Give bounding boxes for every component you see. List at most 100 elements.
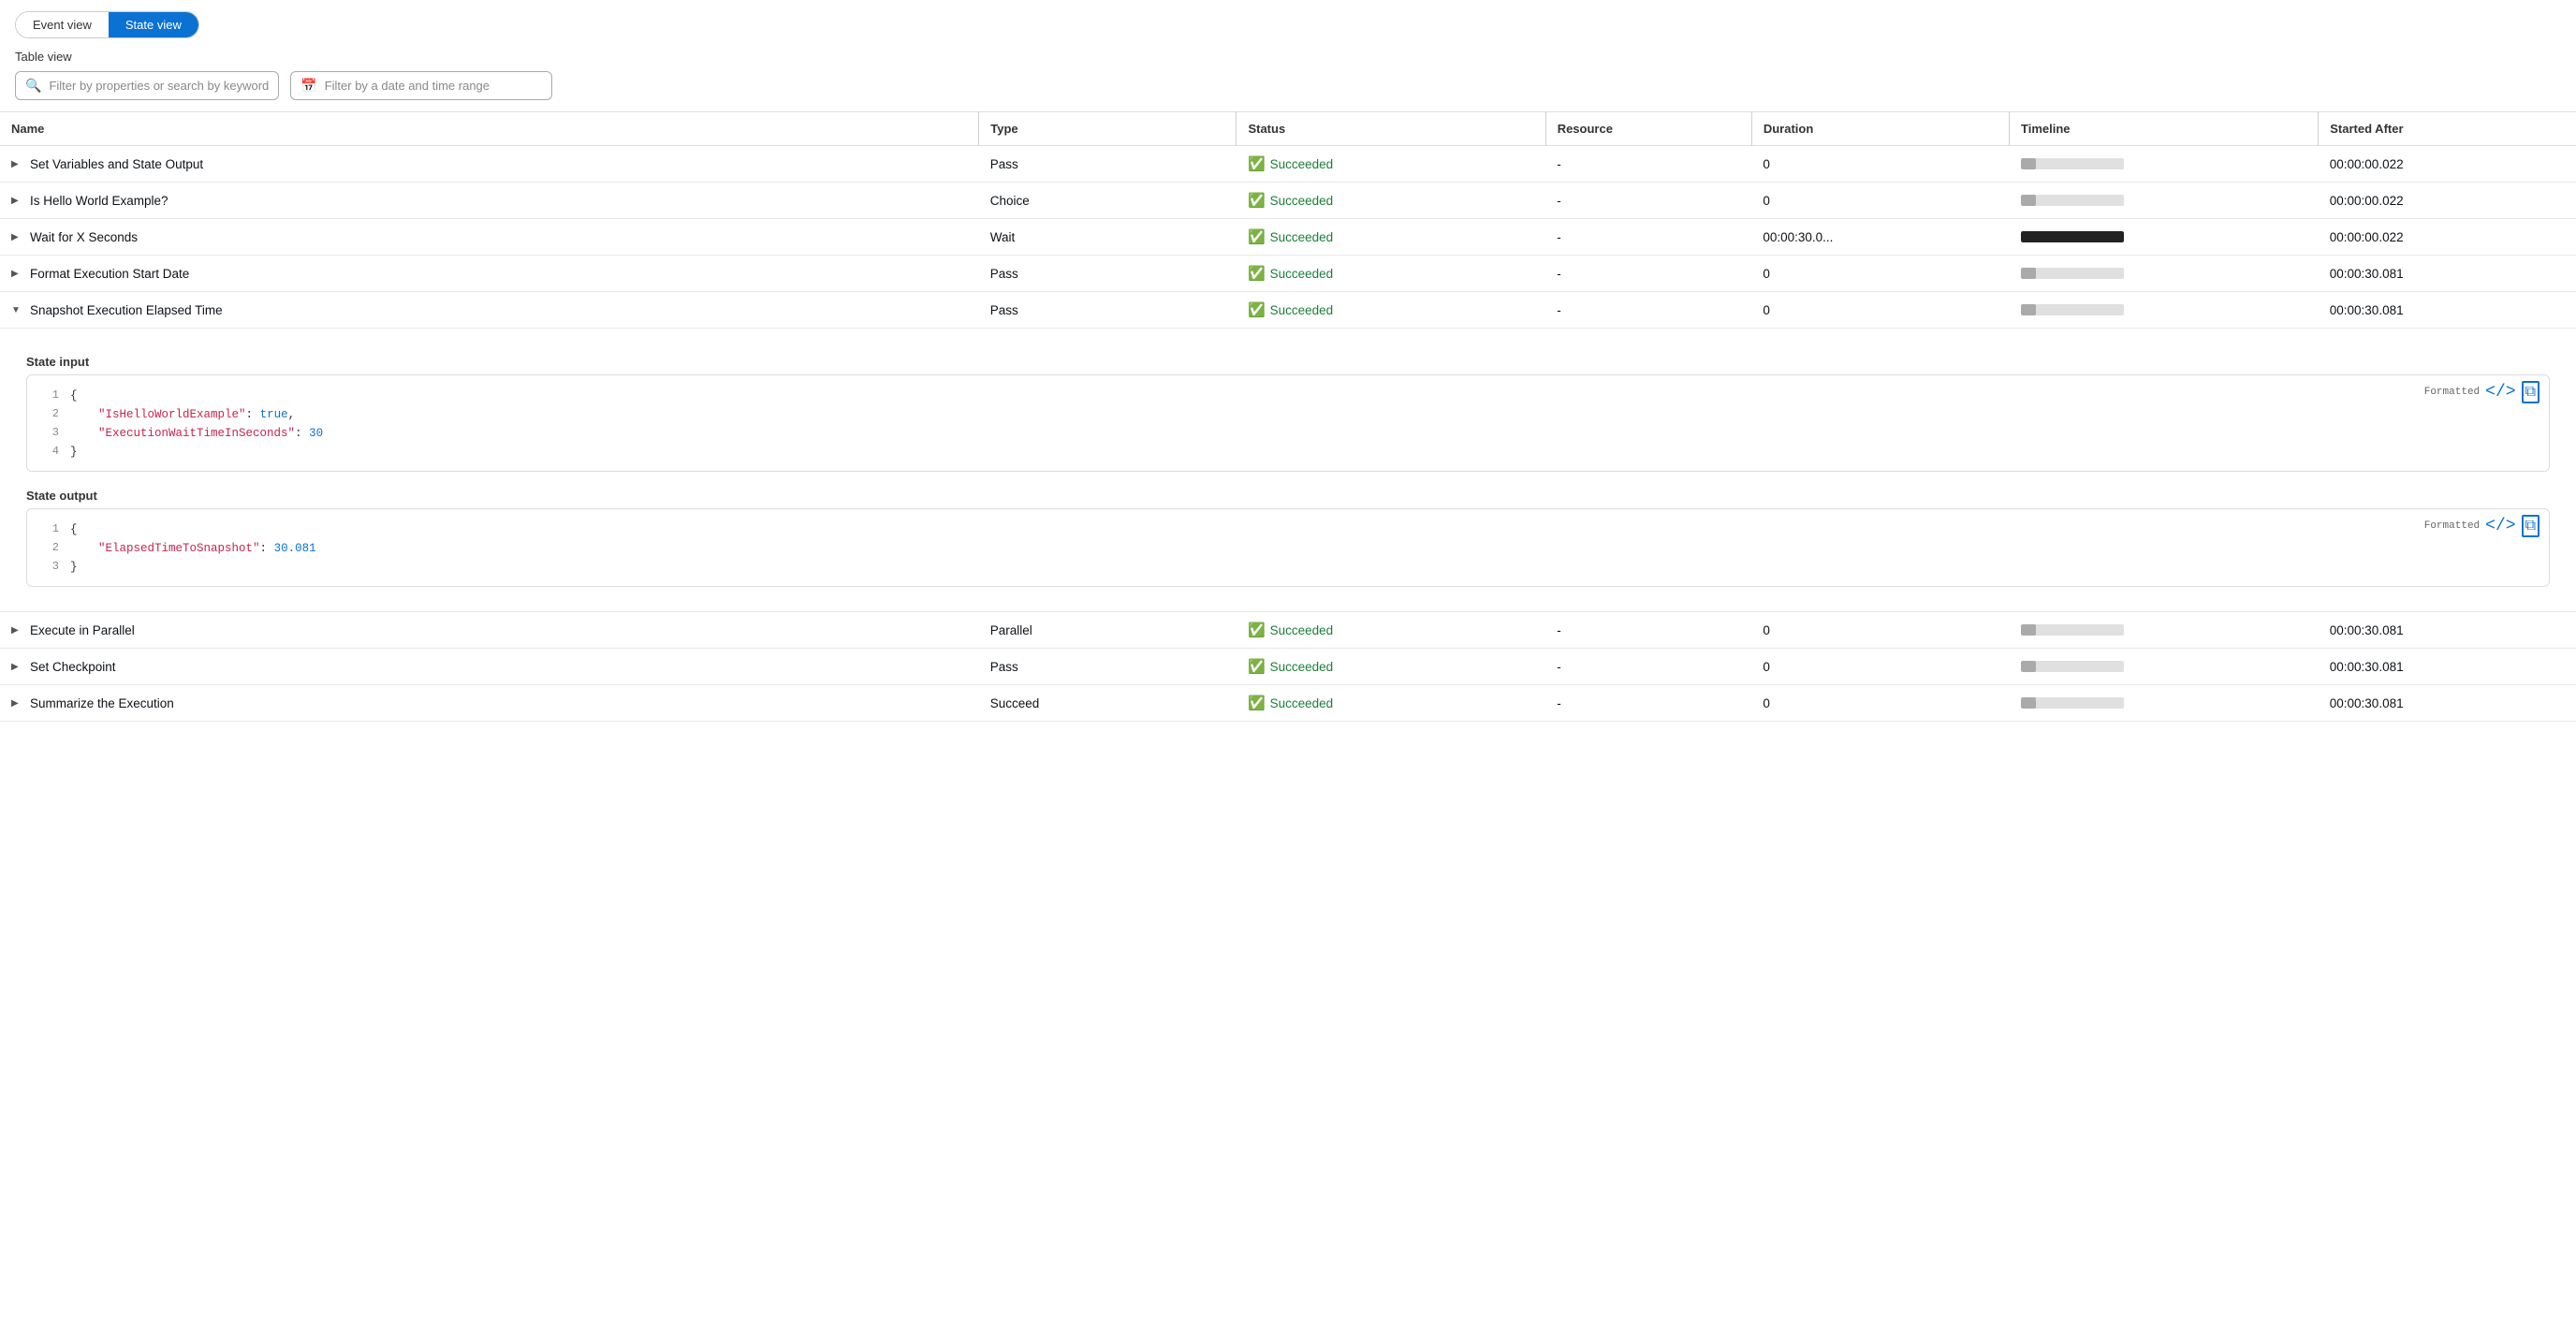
row-name-cell: ▼ Snapshot Execution Elapsed Time: [0, 292, 979, 329]
row-type-cell: Choice: [979, 183, 1237, 219]
row-duration-cell: 0: [1751, 612, 2009, 649]
succeeded-icon: ✅: [1248, 622, 1266, 638]
row-type-cell: Pass: [979, 256, 1237, 292]
states-table: Name Type Status Resource Duration Timel…: [0, 111, 2576, 722]
row-status-cell: ✅ Succeeded: [1237, 649, 1545, 685]
calendar-icon: 📅: [300, 78, 316, 94]
table-view-label: Table view: [0, 46, 2576, 71]
row-started-after-cell: 00:00:30.081: [2319, 612, 2576, 649]
row-started-after-cell: 00:00:30.081: [2319, 256, 2576, 292]
col-header-timeline: Timeline: [2010, 112, 2319, 146]
code-format-icon-output[interactable]: </>: [2485, 517, 2515, 535]
col-header-duration: Duration: [1751, 112, 2009, 146]
row-type-cell: Pass: [979, 146, 1237, 183]
row-status-cell: ✅ Succeeded: [1237, 183, 1545, 219]
copy-icon-output[interactable]: ⧉: [2522, 515, 2539, 537]
expanded-cell: State input Formatted </> ⧉ 1{2 "IsHello…: [0, 329, 2576, 612]
row-name-text: Execute in Parallel: [30, 623, 135, 637]
row-name-cell: ▶ Wait for X Seconds: [0, 219, 979, 256]
row-status-cell: ✅ Succeeded: [1237, 292, 1545, 329]
col-header-type: Type: [979, 112, 1237, 146]
expand-icon[interactable]: ▶: [11, 625, 22, 636]
keyword-filter-placeholder: Filter by properties or search by keywor…: [49, 79, 269, 93]
state-input-lines: 1{2 "IsHelloWorldExample": true,3 "Execu…: [27, 375, 2549, 471]
row-name-text: Set Variables and State Output: [30, 157, 203, 171]
state-output-code-block: Formatted </> ⧉ 1{2 "ElapsedTimeToSnapsh…: [26, 508, 2550, 587]
succeeded-icon: ✅: [1248, 228, 1266, 245]
state-view-button[interactable]: State view: [109, 12, 198, 37]
expand-icon[interactable]: ▶: [11, 662, 22, 672]
row-name-text: Snapshot Execution Elapsed Time: [30, 303, 223, 317]
expand-icon[interactable]: ▼: [11, 305, 22, 315]
timeline-fill: [2021, 158, 2037, 169]
row-type-cell: Wait: [979, 219, 1237, 256]
expand-icon[interactable]: ▶: [11, 269, 22, 279]
table-header-row: Name Type Status Resource Duration Timel…: [0, 112, 2576, 146]
row-status-cell: ✅ Succeeded: [1237, 256, 1545, 292]
timeline-bar: [2021, 304, 2124, 315]
view-toggle: Event view State view: [15, 11, 199, 38]
status-text: Succeeded: [1270, 267, 1334, 281]
status-text: Succeeded: [1270, 623, 1334, 637]
row-resource-cell: -: [1545, 146, 1751, 183]
row-duration-cell: 0: [1751, 146, 2009, 183]
row-timeline-cell: [2010, 649, 2319, 685]
col-header-status: Status: [1237, 112, 1545, 146]
row-name-text: Is Hello World Example?: [30, 194, 168, 208]
code-actions-output: Formatted </> ⧉: [2424, 515, 2539, 537]
expand-icon[interactable]: ▶: [11, 232, 22, 242]
event-view-button[interactable]: Event view: [16, 12, 109, 37]
row-resource-cell: -: [1545, 256, 1751, 292]
row-status-cell: ✅ Succeeded: [1237, 219, 1545, 256]
status-text: Succeeded: [1270, 303, 1334, 317]
row-name-text: Wait for X Seconds: [30, 230, 138, 244]
table-row: ▶ Set Checkpoint Pass ✅ Succeeded - 0 00…: [0, 649, 2576, 685]
timeline-bar: [2021, 158, 2124, 169]
row-type-cell: Parallel: [979, 612, 1237, 649]
row-started-after-cell: 00:00:00.022: [2319, 146, 2576, 183]
row-started-after-cell: 00:00:30.081: [2319, 292, 2576, 329]
row-status-cell: ✅ Succeeded: [1237, 685, 1545, 722]
expand-icon[interactable]: ▶: [11, 159, 22, 169]
row-resource-cell: -: [1545, 685, 1751, 722]
copy-icon[interactable]: ⧉: [2522, 381, 2539, 403]
row-name-cell: ▶ Is Hello World Example?: [0, 183, 979, 219]
keyword-filter[interactable]: 🔍 Filter by properties or search by keyw…: [15, 71, 279, 100]
expanded-content: State input Formatted </> ⧉ 1{2 "IsHello…: [11, 338, 2565, 602]
status-text: Succeeded: [1270, 194, 1334, 208]
row-timeline-cell: [2010, 612, 2319, 649]
timeline-fill: [2021, 231, 2124, 242]
timeline-fill: [2021, 661, 2037, 672]
row-name-cell: ▶ Set Checkpoint: [0, 649, 979, 685]
row-duration-cell: 0: [1751, 183, 2009, 219]
timeline-bar: [2021, 231, 2124, 242]
view-toggle-bar: Event view State view: [0, 0, 2576, 46]
row-resource-cell: -: [1545, 612, 1751, 649]
date-filter[interactable]: 📅 Filter by a date and time range: [290, 71, 552, 100]
succeeded-icon: ✅: [1248, 658, 1266, 675]
row-status-cell: ✅ Succeeded: [1237, 612, 1545, 649]
expand-icon[interactable]: ▶: [11, 196, 22, 206]
row-timeline-cell: [2010, 292, 2319, 329]
formatted-label: Formatted: [2424, 387, 2480, 398]
succeeded-icon: ✅: [1248, 155, 1266, 172]
row-name-cell: ▶ Set Variables and State Output: [0, 146, 979, 183]
timeline-fill: [2021, 304, 2037, 315]
row-name-text: Set Checkpoint: [30, 660, 116, 674]
row-name-text: Summarize the Execution: [30, 696, 174, 710]
row-timeline-cell: [2010, 685, 2319, 722]
table-row: ▼ Snapshot Execution Elapsed Time Pass ✅…: [0, 292, 2576, 329]
row-resource-cell: -: [1545, 292, 1751, 329]
row-name-cell: ▶ Format Execution Start Date: [0, 256, 979, 292]
expand-icon[interactable]: ▶: [11, 698, 22, 709]
code-format-icon[interactable]: </>: [2485, 383, 2515, 402]
timeline-bar: [2021, 268, 2124, 279]
expanded-row: State input Formatted </> ⧉ 1{2 "IsHello…: [0, 329, 2576, 612]
row-started-after-cell: 00:00:30.081: [2319, 685, 2576, 722]
row-timeline-cell: [2010, 219, 2319, 256]
status-text: Succeeded: [1270, 230, 1334, 244]
row-type-cell: Succeed: [979, 685, 1237, 722]
status-text: Succeeded: [1270, 660, 1334, 674]
row-status-cell: ✅ Succeeded: [1237, 146, 1545, 183]
row-duration-cell: 0: [1751, 685, 2009, 722]
